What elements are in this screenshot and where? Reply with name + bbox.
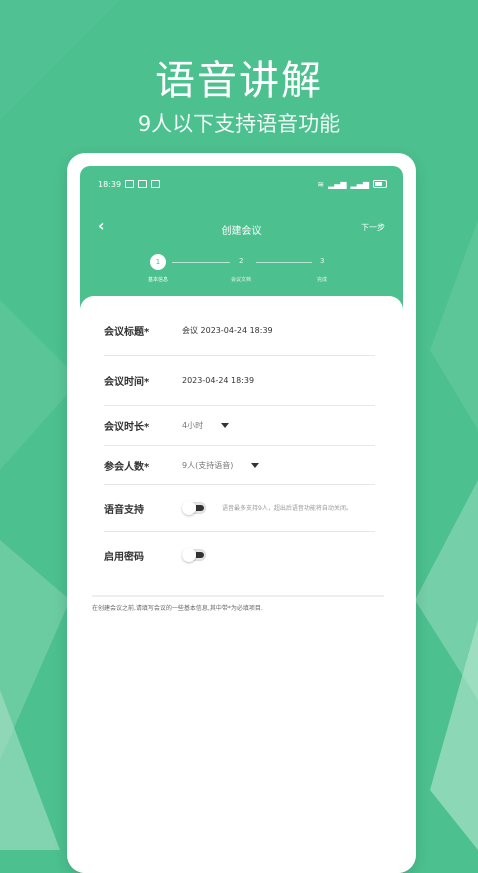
participants-value: 9人(支持语音) [182, 460, 234, 470]
participants-label: 参会人数* [104, 461, 150, 473]
toggle-track-fill [196, 552, 204, 558]
step-connector [172, 262, 230, 263]
step-1-label: 基本信息 [147, 277, 168, 283]
meeting-title-input[interactable]: 会议 2023-04-24 18:39 [182, 325, 273, 336]
app-screen: 18:39 ≋ ▂▄▆ ▂▄▆ ‹ 创建会议 下一步 1 2 3 基本信息 会议… [80, 166, 403, 873]
next-step-button[interactable]: 下一步 [361, 222, 385, 233]
notification-icon [125, 180, 135, 188]
promo-subtitle: 9人以下支持语音功能 [137, 112, 341, 136]
voice-support-toggle[interactable] [182, 501, 206, 515]
section-divider [92, 595, 384, 597]
signal-icon: ▂▄▆ [350, 179, 369, 189]
voice-support-row: 语音支持 语音最多支持9人，超出后语音功能将自动关闭。 [104, 485, 375, 532]
meeting-duration-row[interactable]: 会议时长* 4小时 [104, 406, 375, 446]
password-toggle[interactable] [182, 548, 206, 562]
step-1-circle: 1 [150, 254, 166, 270]
meeting-time-row[interactable]: 会议时间* 2023-04-24 18:39 [104, 356, 375, 406]
meeting-time-label: 会议时间* [104, 377, 150, 388]
voice-support-label: 语音支持 [104, 504, 144, 516]
wifi-icon: ≋ [317, 179, 325, 189]
form-card: 会议标题* 会议 2023-04-24 18:39 会议时间* 2023-04-… [80, 296, 403, 873]
meeting-duration-select[interactable]: 4小时 [182, 420, 230, 431]
status-time: 18:39 [98, 179, 122, 189]
step-3-number: 3 [320, 257, 325, 265]
participants-row[interactable]: 参会人数* 9人(支持语音) [104, 446, 375, 485]
meeting-duration-value: 4小时 [182, 421, 204, 430]
page-title: 创建会议 [221, 226, 262, 237]
password-label: 启用密码 [104, 551, 144, 563]
step-indicator: 1 2 3 基本信息 会议文档 完成 [80, 254, 403, 294]
battery-icon [373, 180, 387, 188]
meeting-time-value[interactable]: 2023-04-24 18:39 [182, 376, 254, 385]
step-3-label: 完成 [316, 277, 327, 283]
chevron-down-icon [221, 423, 230, 428]
phone-frame: 18:39 ≋ ▂▄▆ ▂▄▆ ‹ 创建会议 下一步 1 2 3 基本信息 会议… [67, 153, 416, 873]
step-2-label: 会议文档 [230, 277, 251, 283]
meeting-title-row[interactable]: 会议标题* 会议 2023-04-24 18:39 [104, 306, 375, 356]
vibrate-icon [151, 180, 161, 188]
signal-icon: ▂▄▆ [328, 179, 347, 189]
participants-select[interactable]: 9人(支持语音) [182, 460, 260, 471]
form-footnote: 在创建会议之前,请填写会议的一些基本信息,其中带*为必填项目. [92, 605, 263, 612]
step-2-number: 2 [239, 257, 244, 265]
toggle-knob [182, 501, 196, 515]
meeting-duration-label: 会议时长* [104, 422, 150, 433]
toggle-track-fill [196, 505, 204, 511]
chevron-down-icon [251, 462, 260, 468]
voice-support-note: 语音最多支持9人，超出后语音功能将自动关闭。 [222, 504, 352, 512]
status-bar: 18:39 ≋ ▂▄▆ ▂▄▆ [98, 178, 387, 190]
step-connector [256, 262, 312, 263]
nav-bar: ‹ 创建会议 下一步 [80, 216, 403, 238]
signal-icon [138, 180, 148, 188]
password-row: 启用密码 [104, 532, 375, 578]
promo-title: 语音讲解 [155, 58, 323, 104]
meeting-title-label: 会议标题* [104, 327, 150, 338]
toggle-knob [182, 548, 196, 562]
